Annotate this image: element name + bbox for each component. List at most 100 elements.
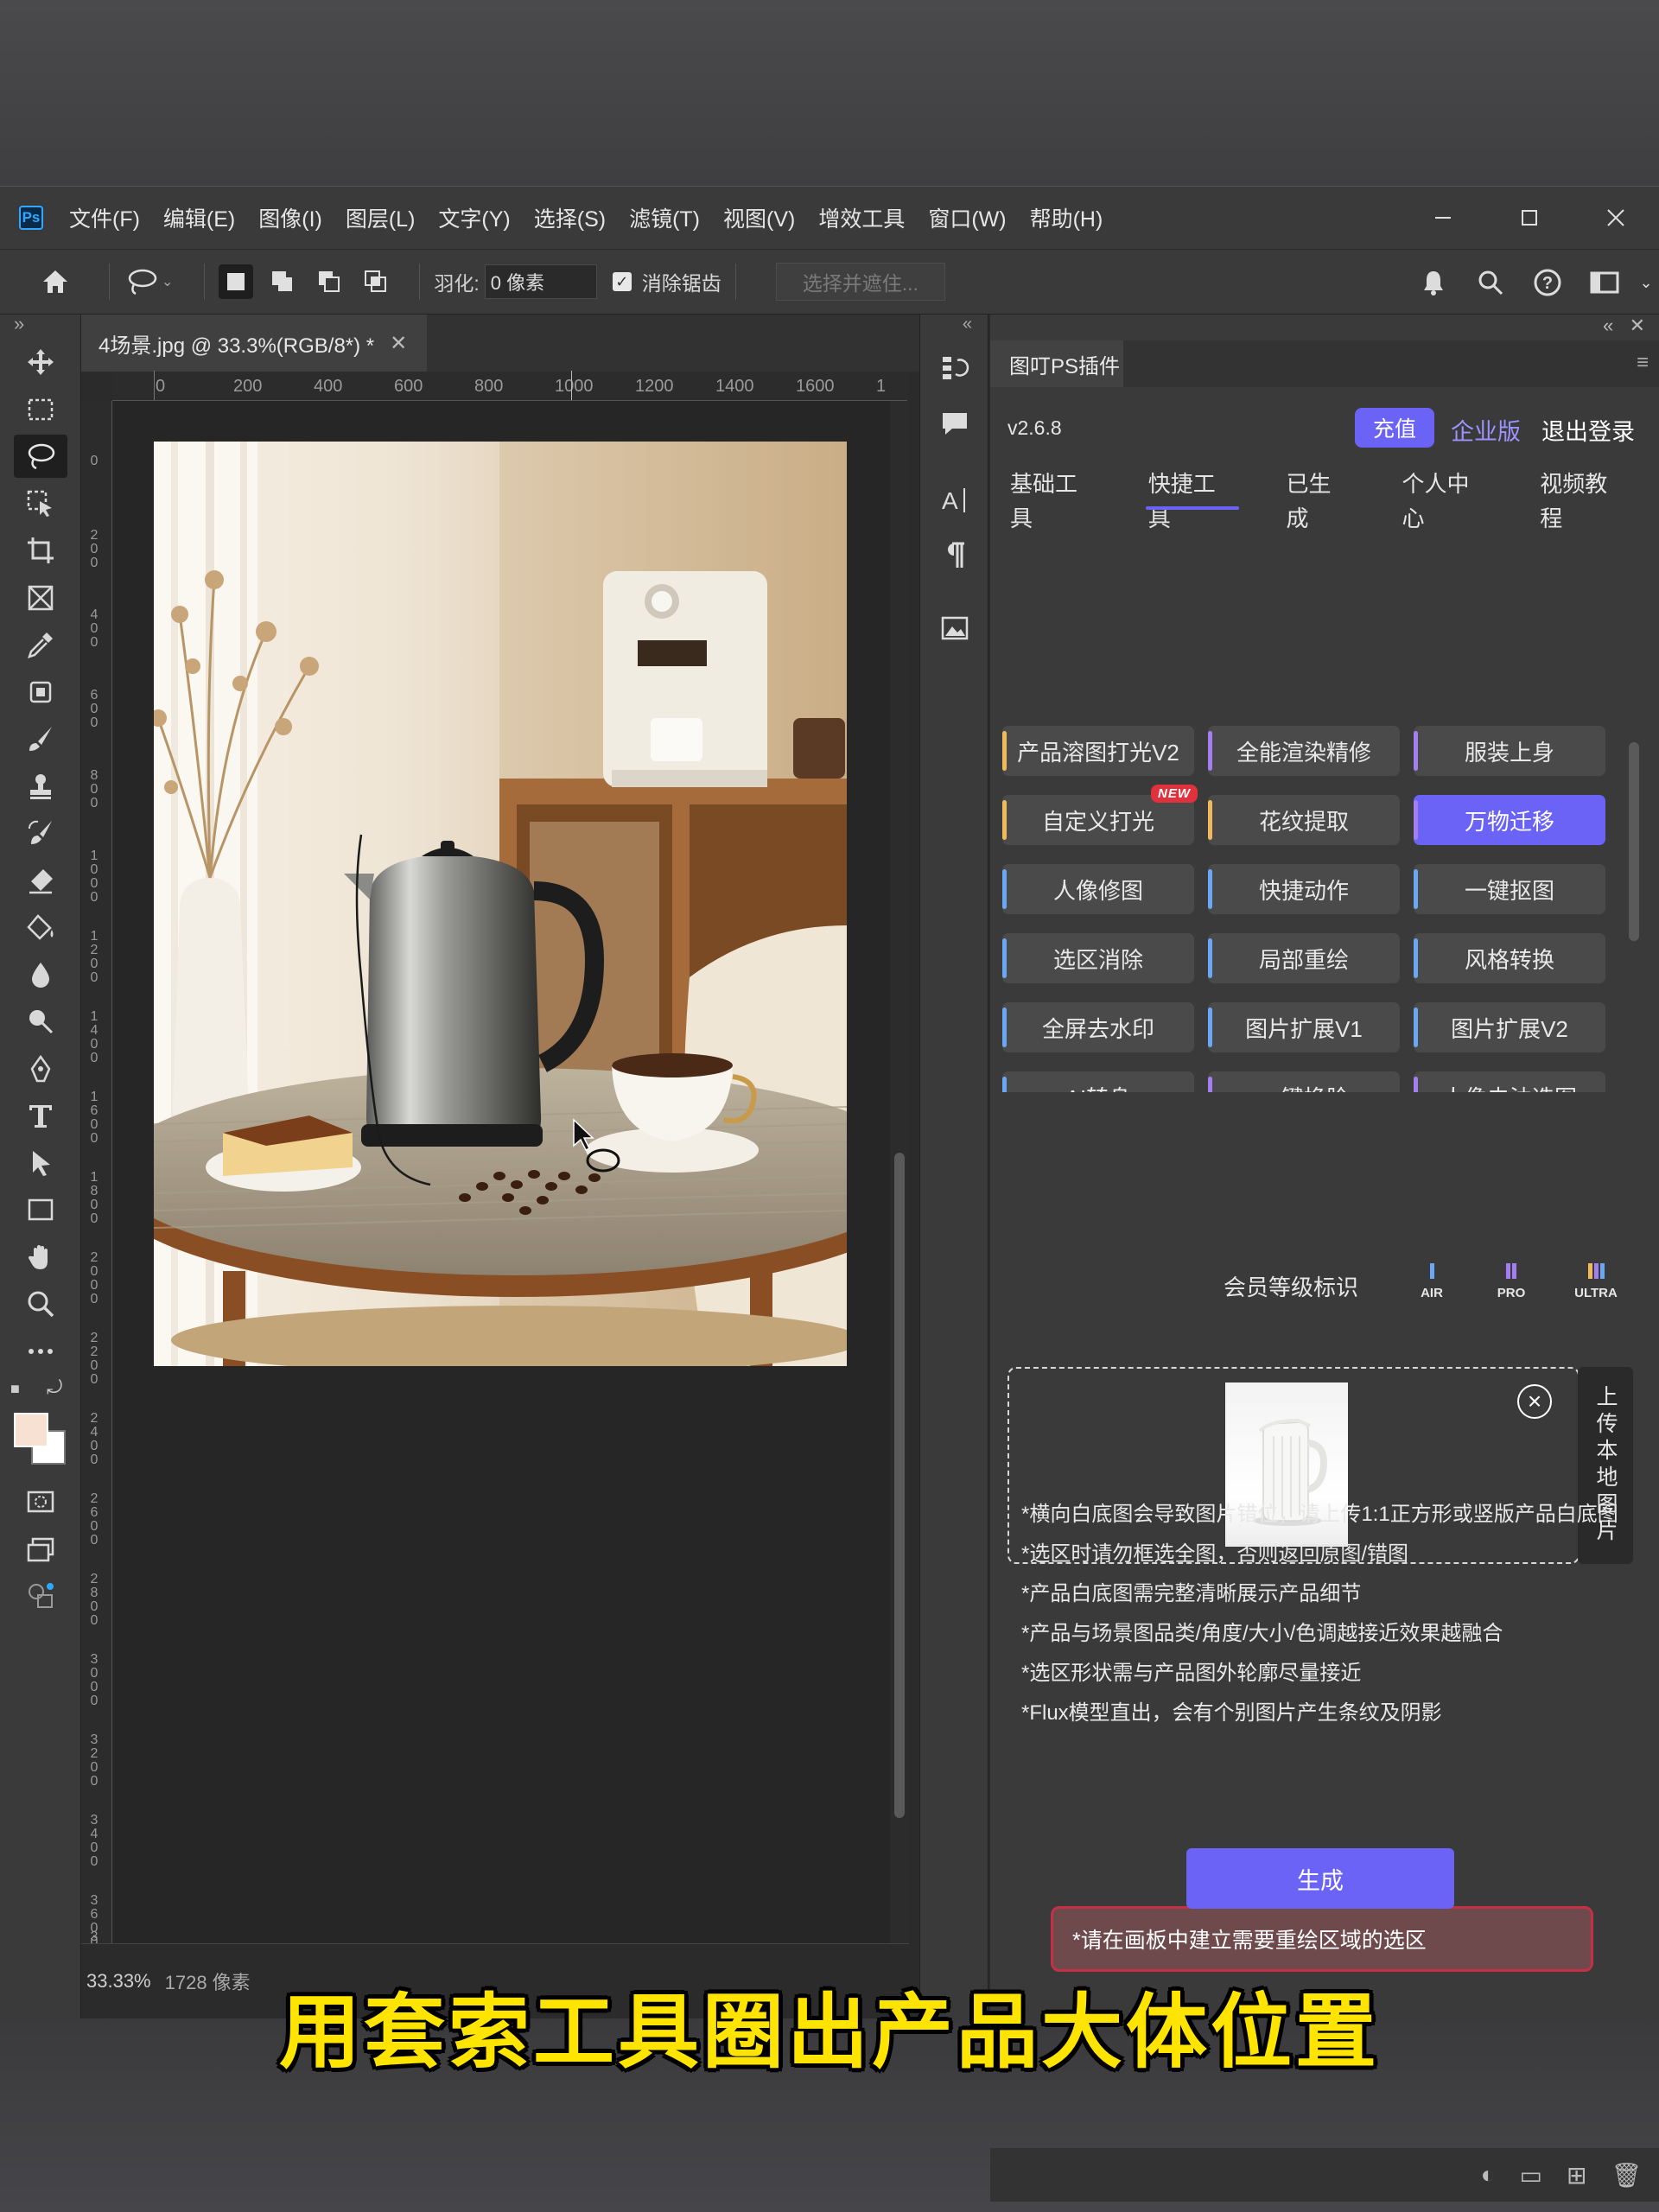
marquee-tool-icon[interactable] <box>0 386 81 434</box>
chevron-down-icon[interactable]: ⌄ <box>162 273 173 290</box>
image-panel-icon[interactable] <box>920 600 989 655</box>
crop-tool-icon[interactable] <box>0 527 81 575</box>
tool-button[interactable]: 风格转换 <box>1414 933 1605 983</box>
subtract-selection-icon[interactable] <box>312 264 346 299</box>
brush-tool-icon[interactable] <box>0 715 81 763</box>
menu-layer[interactable]: 图层(L) <box>346 202 416 233</box>
default-colors-icon[interactable]: ■ <box>10 1380 20 1398</box>
tool-button[interactable]: 自定义打光 NEW <box>1002 785 1198 845</box>
close-icon[interactable] <box>1573 187 1659 249</box>
collapse-icon[interactable]: « <box>1603 315 1613 336</box>
menu-plugins[interactable]: 增效工具 <box>818 202 905 233</box>
lasso-preset-icon[interactable] <box>124 263 162 301</box>
maximize-icon[interactable] <box>1486 187 1573 249</box>
generative-fill-icon[interactable] <box>0 1573 81 1620</box>
select-and-mask-button[interactable]: 选择并遮住... <box>775 263 945 301</box>
menu-window[interactable]: 窗口(W) <box>928 202 1006 233</box>
tool-button[interactable]: 一键换脸 <box>1208 1071 1400 1092</box>
new-layer-icon[interactable]: ⊞ <box>1567 2161 1586 2190</box>
scrollbar-thumb[interactable] <box>1629 742 1639 941</box>
new-group-icon[interactable]: ▭ <box>1520 2161 1542 2190</box>
enterprise-link[interactable]: 企业版 <box>1451 413 1521 447</box>
rectangle-tool-icon[interactable] <box>0 1186 81 1234</box>
document-tab[interactable]: 4场景.jpg @ 33.3%(RGB/8*) * ✕ <box>81 315 427 372</box>
close-tab-icon[interactable]: ✕ <box>390 331 407 356</box>
search-icon[interactable] <box>1462 250 1519 315</box>
help-icon[interactable]: ? <box>1519 250 1576 315</box>
expand-panels-icon[interactable]: « <box>920 315 988 340</box>
menu-type[interactable]: 文字(Y) <box>438 202 510 233</box>
trash-icon[interactable]: 🗑 <box>1611 2161 1642 2190</box>
comments-panel-icon[interactable] <box>920 396 989 451</box>
move-tool-icon[interactable] <box>0 339 81 386</box>
screen-mode-icon[interactable] <box>0 1526 81 1573</box>
panel-menu-icon[interactable]: ≡ <box>1637 351 1649 375</box>
foreground-color-swatch[interactable] <box>14 1413 48 1447</box>
tool-button[interactable]: 全能渲染精修 <box>1208 726 1400 776</box>
zoom-tool-icon[interactable] <box>0 1281 81 1328</box>
tab-generated[interactable]: 已生成 <box>1283 467 1355 531</box>
tool-button[interactable]: 选区消除 <box>1002 933 1194 983</box>
remove-image-icon[interactable]: × <box>1517 1384 1552 1419</box>
history-brush-tool-icon[interactable] <box>0 810 81 857</box>
more-tools-icon[interactable] <box>0 1328 81 1376</box>
close-panel-icon[interactable]: ✕ <box>1630 315 1645 336</box>
chevron-down-icon[interactable]: ⌄ <box>1633 250 1659 315</box>
lasso-tool-icon[interactable] <box>0 433 81 480</box>
paint-bucket-tool-icon[interactable] <box>0 904 81 951</box>
path-selection-tool-icon[interactable] <box>0 1140 81 1187</box>
new-selection-icon[interactable] <box>219 264 254 299</box>
type-tool-icon[interactable] <box>0 1092 81 1140</box>
plugin-tab[interactable]: 图叮PS插件 <box>990 340 1123 387</box>
checkbox-check-icon[interactable]: ✓ <box>612 272 632 291</box>
document-image[interactable] <box>154 442 847 1366</box>
tab-quick-tools[interactable]: 快捷工具 <box>1145 467 1240 531</box>
tool-button[interactable]: 人像修图 <box>1002 864 1194 914</box>
scrollbar-thumb[interactable] <box>894 1153 905 1818</box>
tool-button[interactable]: 局部重绘 <box>1208 933 1400 983</box>
eyedropper-tool-icon[interactable] <box>0 621 81 669</box>
character-panel-icon[interactable]: A <box>920 472 989 527</box>
menu-image[interactable]: 图像(I) <box>258 202 322 233</box>
object-select-tool-icon[interactable] <box>0 480 81 528</box>
home-icon[interactable] <box>36 263 74 301</box>
swap-colors-icon[interactable]: ⤾ <box>47 1376 62 1399</box>
tab-basic-tools[interactable]: 基础工具 <box>1007 467 1102 531</box>
minimize-icon[interactable] <box>1400 187 1486 249</box>
menu-filter[interactable]: 滤镜(T) <box>629 202 700 233</box>
tool-button[interactable]: AI转身 <box>1002 1071 1194 1092</box>
dodge-tool-icon[interactable] <box>0 998 81 1046</box>
history-panel-icon[interactable] <box>920 340 989 396</box>
antialias-checkbox[interactable]: ✓ 消除锯齿 <box>612 267 721 296</box>
adjustment-layer-icon[interactable]: ◐ <box>1481 2161 1496 2189</box>
tab-video-tutorials[interactable]: 视频教程 <box>1537 467 1631 531</box>
tool-button[interactable]: 人像去油选图 <box>1414 1071 1605 1092</box>
tab-personal-center[interactable]: 个人中心 <box>1400 467 1494 531</box>
tool-button[interactable]: 全屏去水印 <box>1002 1002 1194 1052</box>
menu-view[interactable]: 视图(V) <box>723 202 795 233</box>
canvas-vertical-scrollbar[interactable] <box>890 401 909 1943</box>
menu-file[interactable]: 文件(F) <box>69 202 140 233</box>
recharge-button[interactable]: 充值 <box>1355 408 1434 448</box>
pen-tool-icon[interactable] <box>0 1046 81 1093</box>
healing-brush-tool-icon[interactable] <box>0 669 81 716</box>
tool-button[interactable]: 图片扩展V1 <box>1208 1002 1400 1052</box>
collapse-panel-icon[interactable]: » <box>0 315 80 339</box>
tool-button[interactable]: 图片扩展V2 <box>1414 1002 1605 1052</box>
intersect-selection-icon[interactable] <box>359 264 393 299</box>
generate-button[interactable]: 生成 <box>1186 1848 1454 1909</box>
quick-mask-icon[interactable] <box>0 1478 81 1526</box>
menu-select[interactable]: 选择(S) <box>534 202 606 233</box>
tools-grid-scrollbar[interactable] <box>1627 721 1641 1084</box>
tool-button[interactable]: 快捷动作 <box>1208 864 1400 914</box>
paragraph-panel-icon[interactable] <box>920 527 989 582</box>
tool-button[interactable]: 一键抠图 <box>1414 864 1605 914</box>
frame-tool-icon[interactable] <box>0 575 81 622</box>
tool-button[interactable]: 服装上身 <box>1414 726 1605 776</box>
stamp-tool-icon[interactable] <box>0 763 81 810</box>
eraser-tool-icon[interactable] <box>0 857 81 905</box>
logout-link[interactable]: 退出登录 <box>1541 413 1635 447</box>
hand-tool-icon[interactable] <box>0 1234 81 1281</box>
bell-icon[interactable] <box>1405 250 1462 315</box>
tool-button[interactable]: 产品溶图打光V2 <box>1002 726 1194 776</box>
